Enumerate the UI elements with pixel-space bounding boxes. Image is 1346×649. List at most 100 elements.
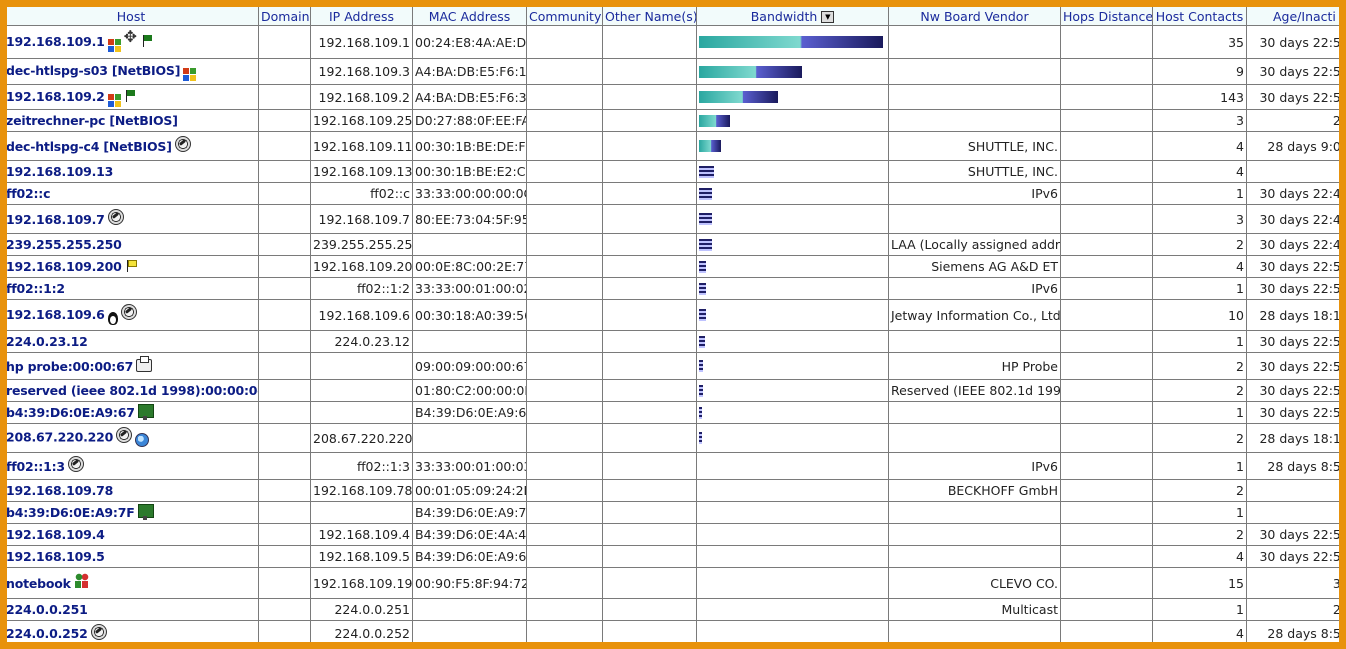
bandwidth-cell bbox=[696, 545, 889, 568]
host-link[interactable]: 224.0.0.251 bbox=[7, 602, 88, 617]
host-link[interactable]: 192.168.109.4 bbox=[7, 527, 105, 542]
other-names-cell bbox=[602, 452, 697, 480]
bandwidth-cell bbox=[696, 131, 889, 161]
contacts-cell: 1 bbox=[1152, 182, 1247, 205]
domain-cell bbox=[258, 352, 311, 380]
table-row: 224.0.0.251 224.0.0.251 Multicast 124:4 bbox=[7, 598, 1339, 621]
vendor-cell: CLEVO CO. bbox=[888, 567, 1061, 599]
host-cell: b4:39:D6:0E:A9:7F bbox=[7, 501, 259, 524]
community-cell bbox=[526, 84, 603, 110]
domain-cell bbox=[258, 277, 311, 300]
community-cell bbox=[526, 182, 603, 205]
host-link[interactable]: 224.0.23.12 bbox=[7, 334, 88, 349]
col-domain[interactable]: Domain bbox=[258, 7, 311, 26]
bandwidth-bar-track bbox=[699, 238, 886, 251]
table-row: 192.168.109.78 192.168.109.78 00:01:05:09:… bbox=[7, 479, 1339, 502]
bandwidth-bar-track bbox=[699, 140, 886, 152]
ip-cell: 208.67.220.220 bbox=[310, 423, 413, 453]
host-link[interactable]: 192.168.109.1 bbox=[7, 34, 105, 49]
table-row: zeitrechner-pc [NetBIOS] 192.168.109.251 D… bbox=[7, 109, 1339, 132]
host-link[interactable]: ff02::1:2 bbox=[7, 281, 65, 296]
bandwidth-bar-track bbox=[699, 91, 886, 103]
col-bandwidth[interactable]: Bandwidth ▼ bbox=[696, 7, 889, 26]
bandwidth-cell bbox=[696, 25, 889, 59]
vendor-cell: Multicast bbox=[888, 598, 1061, 621]
host-link[interactable]: ff02::1:3 bbox=[7, 459, 65, 474]
col-community[interactable]: Community bbox=[526, 7, 603, 26]
age-cell: 30 days 22:48:5 bbox=[1246, 204, 1339, 234]
host-link[interactable]: hp probe:00:00:67 bbox=[7, 359, 133, 374]
age-cell: 30 days 22:55:1 bbox=[1246, 25, 1339, 59]
bandwidth-bar-track bbox=[699, 282, 886, 295]
col-ip[interactable]: IP Address bbox=[310, 7, 413, 26]
host-link[interactable]: zeitrechner-pc [NetBIOS] bbox=[7, 113, 178, 128]
host-link[interactable]: dec-htlspg-s03 [NetBIOS] bbox=[7, 63, 180, 78]
domain-cell bbox=[258, 567, 311, 599]
host-link[interactable]: 192.168.109.78 bbox=[7, 483, 113, 498]
table-row: reserved (ieee 802.1d 1998):00:00:0e 01:8… bbox=[7, 379, 1339, 402]
vendor-cell: HP Probe bbox=[888, 352, 1061, 380]
host-link[interactable]: b4:39:D6:0E:A9:67 bbox=[7, 405, 135, 420]
table-row: 192.168.109.200 192.168.109.200 00:0E:8C:0… bbox=[7, 255, 1339, 278]
ip-cell bbox=[310, 401, 413, 424]
host-link[interactable]: 192.168.109.5 bbox=[7, 549, 105, 564]
host-cell: ff02::1:2 bbox=[7, 277, 259, 300]
host-link[interactable]: 192.168.109.2 bbox=[7, 89, 105, 104]
hops-cell bbox=[1060, 523, 1153, 546]
age-cell: 28 days 18:12:0 bbox=[1246, 299, 1339, 331]
other-names-cell bbox=[602, 160, 697, 183]
vendor-cell bbox=[888, 423, 1061, 453]
other-names-cell bbox=[602, 330, 697, 353]
host-link[interactable]: 192.168.109.7 bbox=[7, 212, 105, 227]
other-names-cell bbox=[602, 277, 697, 300]
host-cell: 224.0.0.252 bbox=[7, 620, 259, 642]
col-age[interactable]: Age/Inacti bbox=[1246, 7, 1339, 26]
host-link[interactable]: 224.0.0.252 bbox=[7, 626, 88, 641]
host-link[interactable]: notebook bbox=[7, 576, 71, 591]
host-link[interactable]: 192.168.109.200 bbox=[7, 259, 122, 274]
host-link[interactable]: 208.67.220.220 bbox=[7, 430, 113, 445]
domain-cell bbox=[258, 109, 311, 132]
mac-cell bbox=[412, 423, 527, 453]
bandwidth-bar bbox=[699, 36, 883, 48]
col-hops[interactable]: Hops Distance bbox=[1060, 7, 1153, 26]
age-cell: 30 days 22:55:0 bbox=[1246, 58, 1339, 85]
host-link[interactable]: 239.255.255.250 bbox=[7, 237, 122, 252]
hops-cell bbox=[1060, 620, 1153, 642]
host-cell: 192.168.109.13 bbox=[7, 160, 259, 183]
green-flag-icon bbox=[124, 90, 138, 104]
community-cell bbox=[526, 255, 603, 278]
other-names-cell bbox=[602, 598, 697, 621]
domain-cell bbox=[258, 598, 311, 621]
col-contacts[interactable]: Host Contacts bbox=[1152, 7, 1247, 26]
vendor-cell bbox=[888, 109, 1061, 132]
col-other-names[interactable]: Other Name(s) bbox=[602, 7, 697, 26]
host-link[interactable]: dec-htlspg-c4 [NetBIOS] bbox=[7, 139, 172, 154]
table-row: 192.168.109.13 192.168.109.13 00:30:1B:BE:… bbox=[7, 160, 1339, 183]
hops-cell bbox=[1060, 598, 1153, 621]
col-host[interactable]: Host bbox=[7, 7, 259, 26]
ip-cell bbox=[310, 379, 413, 402]
domain-cell bbox=[258, 452, 311, 480]
ip-cell bbox=[310, 352, 413, 380]
bandwidth-bar-track bbox=[699, 384, 886, 397]
host-link[interactable]: 192.168.109.6 bbox=[7, 307, 105, 322]
sort-desc-icon[interactable]: ▼ bbox=[821, 11, 835, 23]
col-bandwidth-label[interactable]: Bandwidth bbox=[751, 9, 818, 24]
other-names-cell bbox=[602, 25, 697, 59]
host-link[interactable]: reserved (ieee 802.1d 1998):00:00:0e bbox=[7, 383, 258, 398]
host-link[interactable]: ff02::c bbox=[7, 186, 50, 201]
domain-cell bbox=[258, 523, 311, 546]
bandwidth-bar-track bbox=[699, 360, 886, 372]
age-cell: 28 days 9:01:2 bbox=[1246, 131, 1339, 161]
host-cell: 192.168.109.4 bbox=[7, 523, 259, 546]
col-vendor[interactable]: Nw Board Vendor bbox=[888, 7, 1061, 26]
table-row: ff02::1:2 ff02::1:2 33:33:00:01:00:02 IPv6 1… bbox=[7, 277, 1339, 300]
community-cell bbox=[526, 545, 603, 568]
contacts-cell: 1 bbox=[1152, 598, 1247, 621]
host-link[interactable]: b4:39:D6:0E:A9:7F bbox=[7, 505, 135, 520]
contacts-cell: 4 bbox=[1152, 131, 1247, 161]
age-cell: 5:0 bbox=[1246, 501, 1339, 524]
col-mac[interactable]: MAC Address bbox=[412, 7, 527, 26]
host-link[interactable]: 192.168.109.13 bbox=[7, 164, 113, 179]
